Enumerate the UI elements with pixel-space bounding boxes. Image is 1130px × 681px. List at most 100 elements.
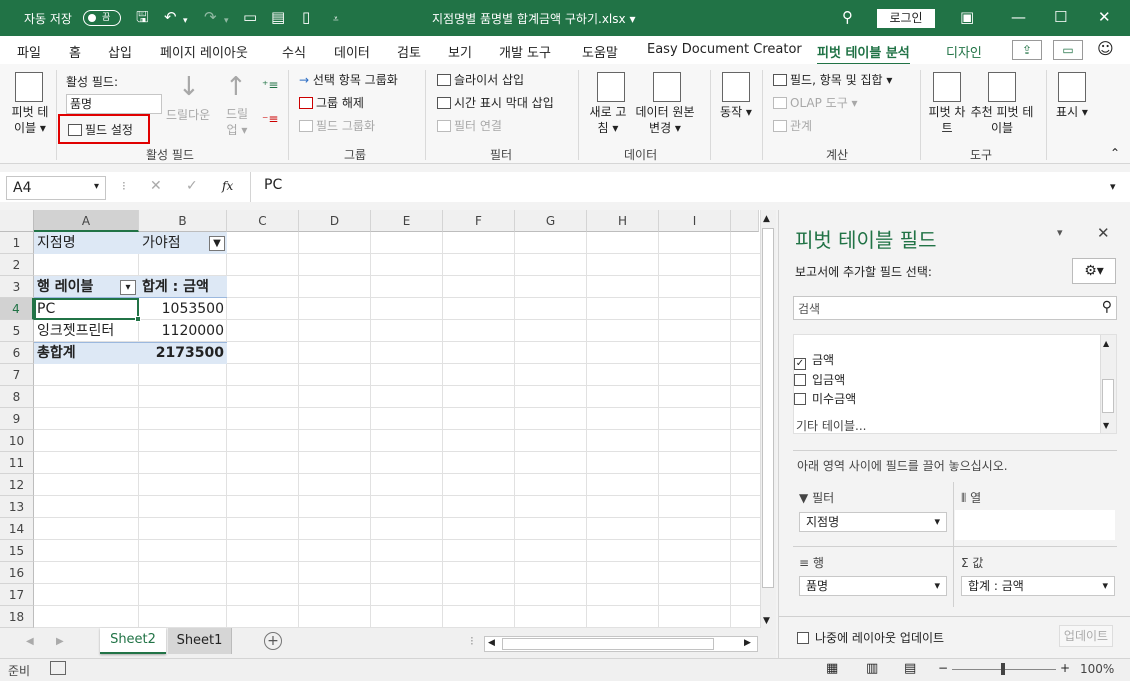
row-header[interactable]: 6	[0, 342, 34, 364]
relationships-button[interactable]: 관계	[773, 117, 812, 134]
field-list-scroll-up-icon[interactable]: ▲	[1103, 339, 1109, 348]
tab-design[interactable]: 디자인	[946, 42, 982, 61]
actions-icon[interactable]	[722, 72, 750, 102]
row-header[interactable]: 16	[0, 562, 34, 584]
row-header[interactable]: 4	[0, 298, 34, 320]
maximize-icon[interactable]: ☐	[1054, 8, 1067, 26]
field-item[interactable]: 미수금액	[794, 390, 856, 407]
drilldown-button[interactable]: 드릴다운	[166, 106, 210, 123]
tab-formulas[interactable]: 수식	[282, 42, 306, 61]
undo-dropdown-icon[interactable]: ▾	[183, 12, 188, 30]
select-all-corner[interactable]	[0, 210, 34, 232]
column-header[interactable]: G	[515, 210, 587, 232]
column-header[interactable]: H	[587, 210, 659, 232]
normal-view-icon[interactable]: ▦	[826, 661, 838, 676]
filter-connections-button[interactable]: 필터 연결	[437, 117, 502, 134]
update-button[interactable]: 업데이트	[1059, 625, 1113, 647]
column-header[interactable]: A	[34, 210, 139, 232]
change-source-button[interactable]: 데이터 원본 변경 ▾	[632, 104, 698, 136]
ribbon-display-icon[interactable]: ▣	[960, 8, 974, 26]
collapse-ribbon-icon[interactable]: ⌃	[1110, 146, 1120, 160]
row-header[interactable]: 12	[0, 474, 34, 496]
column-header[interactable]: B	[139, 210, 227, 232]
tab-insert[interactable]: 삽입	[108, 42, 132, 61]
refresh-button[interactable]: 새로 고침 ▾	[586, 104, 630, 136]
pivot-table-icon[interactable]	[15, 72, 43, 102]
row-header[interactable]: 7	[0, 364, 34, 386]
insert-timeline-button[interactable]: 시간 표시 막대 삽입	[437, 94, 554, 111]
tab-view[interactable]: 보기	[448, 42, 472, 61]
olap-tools-button[interactable]: OLAP 도구 ▾	[773, 94, 858, 111]
pivot-chart-button[interactable]: 피벗 차트	[928, 104, 966, 136]
row-header[interactable]: 5	[0, 320, 34, 342]
zoom-level[interactable]: 100%	[1080, 662, 1114, 676]
next-sheet-icon[interactable]: ▶	[56, 636, 64, 647]
tab-developer[interactable]: 개발 도구	[499, 42, 551, 61]
row-header[interactable]: 14	[0, 518, 34, 540]
fields-items-sets-button[interactable]: 필드, 항목 및 집합 ▾	[773, 71, 892, 88]
change-source-icon[interactable]	[653, 72, 681, 102]
row-header[interactable]: 9	[0, 408, 34, 430]
group-selection-button[interactable]: → 선택 항목 그룹화	[299, 71, 398, 88]
name-box[interactable]: A4	[6, 176, 106, 200]
form-icon[interactable]: ▤	[271, 8, 285, 26]
name-box-dropdown-icon[interactable]: ▾	[94, 181, 99, 192]
formula-input[interactable]: PC	[264, 177, 282, 193]
tab-help[interactable]: 도움말	[582, 42, 618, 61]
ungroup-button[interactable]: 그룹 해제	[299, 94, 364, 111]
row-header[interactable]: 3	[0, 276, 34, 298]
expand-field-icon[interactable]: ⁺≡	[262, 78, 278, 92]
column-header[interactable]: C	[227, 210, 299, 232]
cell-b6[interactable]: 2173500	[139, 342, 227, 364]
autosave-toggle[interactable]: 끔	[83, 10, 121, 26]
redo-icon[interactable]: ↷	[204, 8, 217, 26]
tab-easy-document-creator[interactable]: Easy Document Creator	[647, 42, 802, 57]
recommended-pivot-button[interactable]: 추천 피벗 테이블	[968, 104, 1036, 136]
search-magnifier-icon[interactable]: ⚲	[1102, 299, 1112, 315]
defer-update-checkbox[interactable]: 나중에 레이아웃 업데이트	[797, 629, 944, 646]
refresh-icon[interactable]	[597, 72, 625, 102]
field-item[interactable]: ✓ 금액	[794, 351, 834, 370]
zoom-in-icon[interactable]: +	[1060, 661, 1070, 675]
rows-area-item[interactable]: 품명	[799, 576, 947, 596]
new-window-icon[interactable]: ▭	[243, 8, 257, 26]
scroll-left-icon[interactable]: ◀	[488, 638, 495, 648]
share-icon[interactable]: ⇪	[1012, 40, 1042, 60]
field-checkbox[interactable]	[794, 374, 806, 386]
search-icon[interactable]: ⚲	[842, 8, 853, 26]
field-checkbox[interactable]: ✓	[794, 358, 806, 370]
scroll-right-icon[interactable]: ▶	[744, 638, 751, 648]
redo-dropdown-icon[interactable]: ▾	[224, 12, 229, 30]
field-list-scroll-thumb[interactable]	[1102, 379, 1114, 413]
sheet-tab[interactable]: Sheet1	[168, 628, 232, 654]
scroll-up-icon[interactable]: ▲	[763, 214, 770, 224]
column-header[interactable]: E	[371, 210, 443, 232]
cell-a5[interactable]: 잉크젯프린터	[34, 320, 117, 342]
tab-pivot-analyze[interactable]: 피벗 테이블 분석	[817, 42, 910, 66]
zoom-slider-thumb[interactable]	[1001, 663, 1005, 675]
minimize-icon[interactable]: —	[1011, 8, 1026, 26]
sheet-tab[interactable]: Sheet2	[100, 628, 166, 654]
cell-a4[interactable]: PC	[34, 298, 58, 320]
tab-data[interactable]: 데이터	[334, 42, 370, 61]
save-icon[interactable]: 🖫	[136, 8, 149, 26]
cell-a3[interactable]: 행 레이블	[34, 276, 96, 298]
tab-home[interactable]: 홈	[69, 42, 81, 61]
close-icon[interactable]: ✕	[1098, 8, 1111, 26]
cell-b3[interactable]: 합계 : 금액	[139, 276, 212, 298]
cell-a6[interactable]: 총합계	[34, 342, 79, 364]
column-header[interactable]: D	[299, 210, 371, 232]
macro-record-icon[interactable]	[50, 661, 66, 675]
defer-update-box[interactable]	[797, 632, 809, 644]
page-layout-view-icon[interactable]: ▥	[866, 661, 878, 676]
row-header[interactable]: 10	[0, 430, 34, 452]
comments-icon[interactable]: ▭	[1053, 40, 1083, 60]
cell-b5[interactable]: 1120000	[139, 320, 227, 342]
collapse-field-icon[interactable]: ⁻≡	[262, 112, 278, 126]
enter-icon[interactable]: ✓	[186, 178, 198, 194]
horizontal-scroll-thumb[interactable]	[502, 638, 714, 650]
recommended-pivot-icon[interactable]	[988, 72, 1016, 102]
tab-page-layout[interactable]: 페이지 레이아웃	[160, 42, 248, 61]
tab-splitter-handle-icon[interactable]: ⁝	[470, 634, 474, 648]
show-icon[interactable]	[1058, 72, 1086, 102]
